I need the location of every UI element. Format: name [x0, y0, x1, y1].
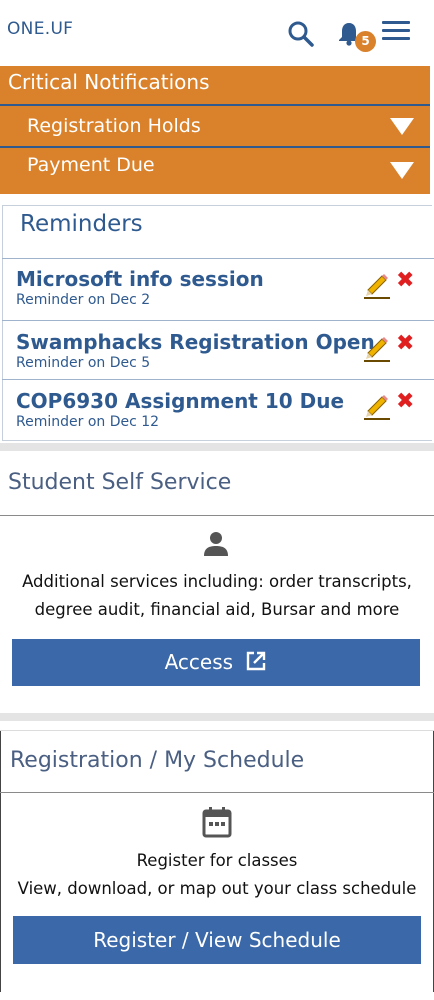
reminder-item[interactable]: Microsoft info session Reminder on Dec 2…	[2, 258, 434, 321]
critical-item-label: Registration Holds	[27, 115, 201, 137]
access-button[interactable]: Access	[12, 639, 420, 686]
critical-item-payment-due[interactable]: Payment Due	[0, 148, 430, 188]
chevron-down-icon[interactable]	[390, 118, 414, 135]
edit-pencil-icon[interactable]	[362, 271, 390, 299]
access-button-label: Access	[164, 650, 234, 674]
registration-title: Registration / My Schedule	[10, 748, 305, 773]
calendar-icon	[202, 807, 232, 838]
notification-count-badge: 5	[355, 31, 376, 52]
edit-pencil-icon[interactable]	[362, 334, 390, 362]
divider	[0, 792, 434, 793]
brand-logo[interactable]: ONE.UF	[7, 19, 73, 39]
section-separator	[0, 443, 434, 451]
reminder-title[interactable]: Microsoft info session	[16, 267, 264, 291]
divider	[0, 515, 434, 516]
reminder-title[interactable]: Swamphacks Registration Open	[16, 330, 375, 354]
description-line: Additional services including: order tra…	[22, 572, 412, 591]
search-icon[interactable]	[287, 20, 315, 48]
reminder-item[interactable]: COP6930 Assignment 10 Due Reminder on De…	[2, 379, 434, 440]
divider	[0, 730, 434, 731]
registration-description: Register for classes View, download, or …	[0, 847, 434, 903]
critical-item-label: Payment Due	[27, 154, 155, 176]
top-header: ONE.UF 5	[0, 0, 434, 66]
description-line: Register for classes	[136, 851, 298, 870]
reminder-date: Reminder on Dec 2	[16, 292, 151, 308]
reminder-date: Reminder on Dec 12	[16, 414, 160, 430]
self-service-description: Additional services including: order tra…	[0, 568, 434, 624]
edit-pencil-icon[interactable]	[362, 392, 390, 420]
delete-x-icon[interactable]: ✖	[396, 389, 414, 414]
register-view-schedule-button[interactable]: Register / View Schedule	[13, 916, 421, 964]
reminder-title[interactable]: COP6930 Assignment 10 Due	[16, 389, 344, 413]
critical-notifications-title: Critical Notifications	[8, 70, 210, 94]
delete-x-icon[interactable]: ✖	[396, 331, 414, 356]
delete-x-icon[interactable]: ✖	[396, 268, 414, 293]
section-separator	[0, 713, 434, 721]
self-service-title: Student Self Service	[8, 470, 232, 495]
reminder-item[interactable]: Swamphacks Registration Open Reminder on…	[2, 320, 434, 380]
person-icon	[204, 532, 228, 556]
description-line: degree audit, financial aid, Bursar and …	[34, 600, 400, 619]
external-link-icon	[247, 651, 266, 671]
chevron-down-icon[interactable]	[390, 162, 414, 179]
critical-item-registration-holds[interactable]: Registration Holds	[0, 106, 430, 146]
reminder-date: Reminder on Dec 5	[16, 355, 151, 371]
register-button-label: Register / View Schedule	[93, 928, 341, 952]
description-line: View, download, or map out your class sc…	[17, 879, 417, 898]
hamburger-menu-icon[interactable]	[382, 20, 410, 42]
reminders-title: Reminders	[20, 211, 143, 237]
